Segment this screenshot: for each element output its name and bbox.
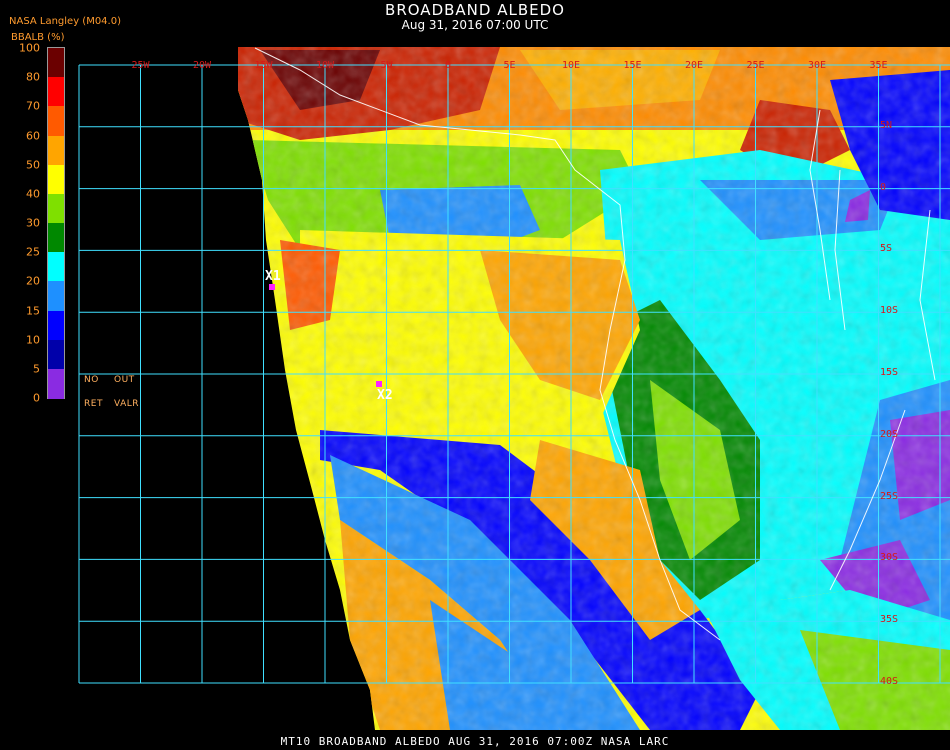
longitude-label: 35E [869,60,888,71]
marker-x2-label: X2 [377,388,393,403]
longitude-label: 15E [623,60,642,71]
longitude-label: 5W [380,60,393,71]
footer-caption: MT10 BROADBAND ALBEDO AUG 31, 2016 07:00… [280,735,670,748]
marker-x2-dot [376,381,382,387]
latitude-label: 5N [880,119,893,131]
latitude-label: 35S [880,614,899,626]
latitude-label: 0 [880,181,887,193]
longitude-label: 10W [315,60,335,71]
marker-x1-label: X1 [265,269,281,284]
latitude-label: 5S [880,243,893,255]
longitude-label: 25E [746,60,765,71]
latitude-label: 40S [880,676,899,687]
albedo-field [238,47,950,730]
longitude-label: 25W [131,60,150,71]
longitude-label: 10E [561,60,581,71]
latitude-label: 25S [880,490,899,502]
longitude-label: 30E [807,60,827,71]
longitude-label: 5E [503,60,516,71]
latitude-label: 30S [880,552,899,564]
latitude-label: 10S [880,305,899,317]
longitude-label: 20W [192,60,212,71]
albedo-map [78,47,950,730]
latitude-label: 20S [880,428,899,440]
longitude-label: 0 [444,60,452,71]
marker-x1-dot [269,284,275,290]
latitude-label: 15S [880,367,899,378]
longitude-label: 15W [254,60,273,71]
longitude-label: 20E [684,60,704,71]
